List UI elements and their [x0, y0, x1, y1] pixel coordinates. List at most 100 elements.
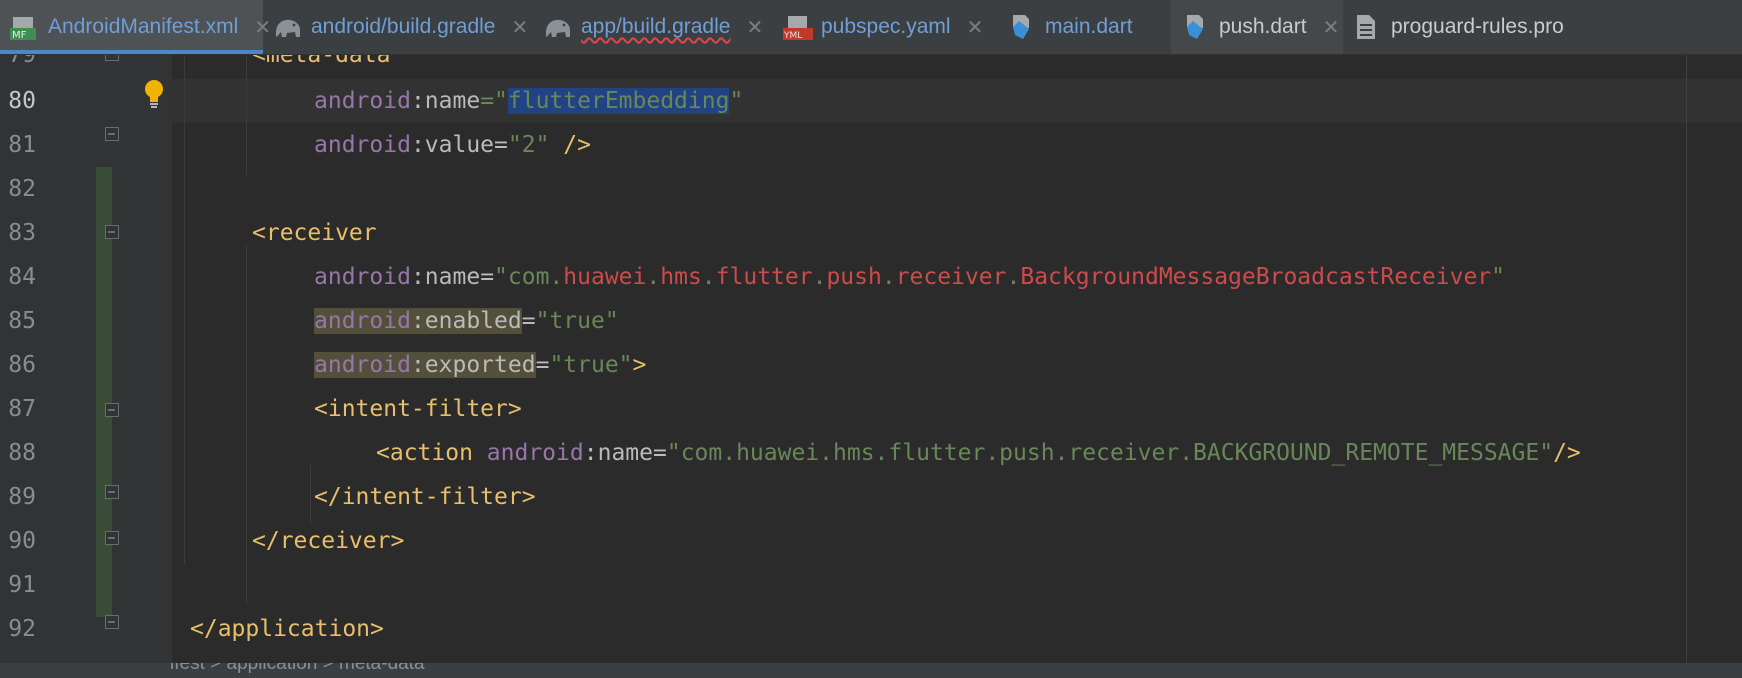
code-line: 85 android:enabled="true"	[0, 299, 1742, 343]
xml-attribute: name	[597, 440, 653, 466]
line-number: 90	[8, 528, 36, 554]
xml-attribute: value	[424, 132, 495, 158]
xml-namespace: android	[486, 440, 584, 466]
code-text: </intent-filter>	[314, 475, 536, 519]
xml-attribute: name	[424, 88, 481, 114]
code-text: <action android:name="com.huawei.hms.flu…	[376, 431, 1581, 475]
equals: =	[480, 264, 495, 290]
code-editor[interactable]: 79 <meta-data 80 android:name="flutterEm…	[0, 55, 1742, 663]
text-file-icon	[1353, 13, 1381, 41]
xml-tag: </intent-filter>	[314, 484, 536, 510]
code-text: <receiver	[252, 211, 377, 255]
package-segment: push	[826, 264, 882, 290]
colon: :	[583, 440, 598, 466]
tab-push-dart[interactable]: push.dart ✕	[1171, 0, 1343, 54]
code-line: 86 android:exported="true">	[0, 343, 1742, 387]
close-icon[interactable]: ✕	[746, 15, 763, 40]
tag-end: />	[1553, 440, 1581, 466]
xml-tag: <meta-data	[252, 55, 391, 68]
xml-attribute: exported	[424, 352, 536, 378]
xml-value: "com.huawei.hms.flutter.push.receiver.BA…	[666, 440, 1554, 466]
code-text: android:enabled="true"	[314, 299, 619, 343]
xml-namespace: android	[314, 308, 411, 334]
code-line: 90 </receiver>	[0, 519, 1742, 563]
close-icon[interactable]: ✕	[511, 15, 528, 40]
colon: :	[410, 308, 425, 334]
code-text: android:exported="true">	[314, 343, 646, 387]
code-line: 89 </intent-filter>	[0, 475, 1742, 519]
code-line: 92 </application>	[0, 607, 1742, 651]
code-line: 88 <action android:name="com.huawei.hms.…	[0, 431, 1742, 475]
tab-label: main.dart	[1045, 15, 1133, 38]
code-line: 91	[0, 563, 1742, 607]
tab-label: AndroidManifest.xml	[48, 15, 239, 38]
equals: =	[494, 132, 508, 158]
line-number: 82	[8, 176, 36, 202]
xml-value: "com.	[494, 264, 564, 290]
breadcrumb[interactable]: ifest > application > meta-data	[170, 663, 425, 675]
equals: =	[535, 352, 550, 378]
dot: .	[881, 264, 896, 290]
tab-label: proguard-rules.pro	[1391, 15, 1564, 38]
dot: .	[646, 264, 661, 290]
tab-label: android/build.gradle	[311, 15, 496, 38]
closing-quote: "	[1491, 264, 1506, 290]
dot: .	[701, 264, 716, 290]
xml-value: "true"	[535, 308, 619, 334]
package-segment: hms	[660, 264, 702, 290]
tab-androidmanifest-xml[interactable]: MF AndroidManifest.xml ✕	[0, 0, 271, 54]
selected-text[interactable]: flutterEmbedding	[507, 88, 730, 114]
line-number: 86	[8, 352, 36, 378]
xml-namespace: android	[314, 132, 411, 158]
tab-label: push.dart	[1219, 15, 1307, 38]
tab-proguard-rules-pro[interactable]: proguard-rules.pro	[1343, 0, 1603, 54]
line-number: 80	[8, 88, 36, 114]
xml-value: "2"	[507, 132, 550, 158]
line-number: 85	[8, 308, 36, 334]
code-text: <intent-filter>	[314, 387, 522, 431]
code-text: </application>	[190, 607, 384, 651]
xml-namespace: android	[314, 264, 411, 290]
code-text: </receiver>	[252, 519, 404, 563]
package-segment: receiver	[895, 264, 1007, 290]
tab-main-dart[interactable]: main.dart	[997, 0, 1171, 54]
line-number: 81	[8, 132, 36, 158]
tab-android-build-gradle[interactable]: android/build.gradle ✕	[263, 0, 533, 54]
xml-tag: </application>	[190, 616, 384, 642]
xml-namespace: android	[314, 88, 411, 114]
dot: .	[1006, 264, 1021, 290]
package-segment: flutter	[715, 264, 813, 290]
closing-quote: "	[729, 88, 744, 114]
xml-namespace: android	[314, 352, 411, 378]
xml-tag: </receiver>	[252, 528, 405, 554]
equals: =	[652, 440, 667, 466]
xml-value: "true"	[549, 352, 633, 378]
xml-tag: <intent-filter>	[314, 396, 522, 422]
tab-label: app/build.gradle	[581, 15, 731, 38]
code-line: 80 android:name="flutterEmbedding"	[0, 79, 1742, 123]
gradle-elephant-icon	[543, 13, 571, 41]
line-number: 88	[8, 440, 36, 466]
close-icon[interactable]: ✕	[967, 15, 984, 40]
colon: :	[410, 132, 425, 158]
code-text: <meta-data	[252, 55, 390, 77]
package-segment: huawei	[563, 264, 647, 290]
dart-file-icon	[1181, 13, 1209, 41]
tab-app-build-gradle[interactable]: app/build.gradle ✕	[533, 0, 773, 54]
code-line: 81 android:value="2" />	[0, 123, 1742, 167]
editor-tab-bar: MF AndroidManifest.xml ✕ android/build.g…	[0, 0, 1742, 55]
svg-text:YML: YML	[783, 31, 802, 41]
equals: =	[521, 308, 536, 334]
code-line: 83 <receiver	[0, 211, 1742, 255]
colon: :	[410, 88, 425, 114]
code-text: android:value="2" />	[314, 123, 591, 167]
code-line: 87 <intent-filter>	[0, 387, 1742, 431]
dart-file-icon	[1007, 13, 1035, 41]
tab-pubspec-yaml[interactable]: YML pubspec.yaml ✕	[773, 0, 997, 54]
line-number: 79	[8, 55, 36, 68]
close-icon[interactable]: ✕	[1323, 15, 1340, 40]
colon: :	[410, 352, 425, 378]
line-number: 92	[8, 616, 36, 642]
line-number: 84	[8, 264, 36, 290]
